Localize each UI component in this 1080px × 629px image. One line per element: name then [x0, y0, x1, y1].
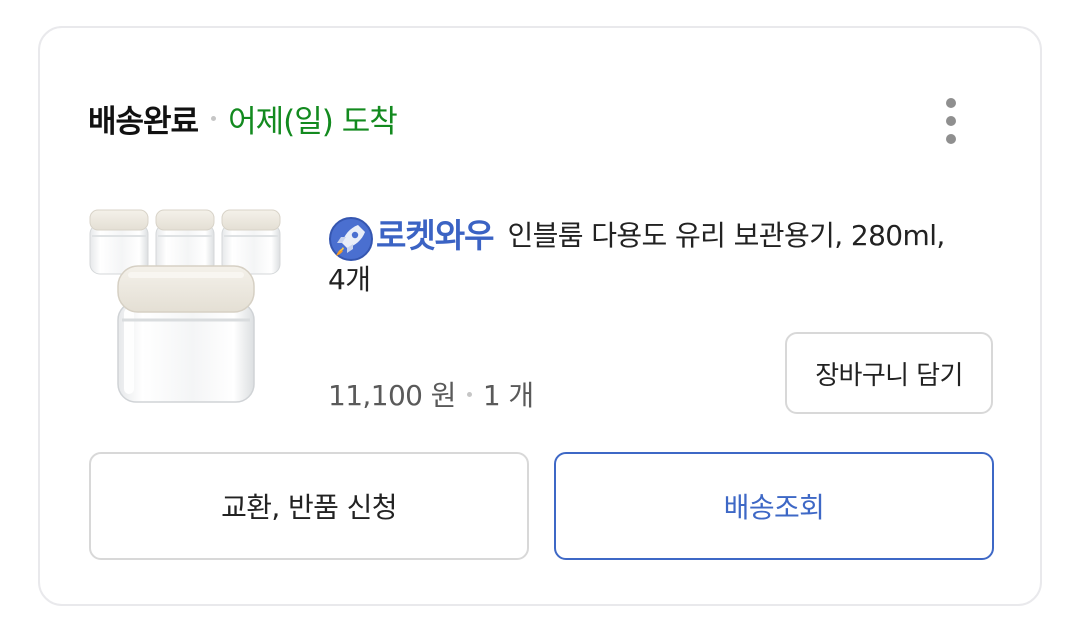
product-name-continued[interactable]: 4개 [328, 258, 1008, 298]
separator-dot [211, 115, 217, 121]
add-to-cart-button[interactable]: 장바구니 담기 [785, 332, 993, 414]
delivery-status: 배송완료 [88, 103, 199, 140]
product-image[interactable] [88, 206, 290, 404]
product-quantity: 1 개 [482, 379, 534, 412]
product-name: 인블룸 다용도 유리 보관용기, 280ml, [507, 219, 945, 252]
more-vertical-icon [946, 98, 956, 108]
rocket-wow-label: 로켓와우 [376, 216, 494, 255]
exchange-return-button[interactable]: 교환, 반품 신청 [89, 452, 529, 560]
glass-jars-image [89, 209, 281, 403]
product-info: 로켓와우 인블룸 다용도 유리 보관용기, 280ml, 4개 [328, 208, 1008, 298]
rocket-icon [329, 216, 373, 261]
arrival-date: 어제(일) 도착 [228, 103, 398, 140]
price-quantity-row: 11,100 원 1 개 [328, 374, 534, 414]
order-card: 배송완료 어제(일) 도착 로켓와우 인블룸 다용도 유리 보관용기, 280m… [38, 26, 1042, 606]
rocket-wow-badge: 로켓와우 [328, 208, 494, 264]
more-options-button[interactable] [934, 94, 968, 148]
product-price: 11,100 원 [328, 379, 456, 412]
track-delivery-button[interactable]: 배송조회 [554, 452, 994, 560]
delivery-status-row: 배송완료 어제(일) 도착 [88, 96, 398, 140]
separator-dot [466, 391, 472, 397]
product-title-line[interactable]: 로켓와우 인블룸 다용도 유리 보관용기, 280ml, [328, 208, 1008, 264]
